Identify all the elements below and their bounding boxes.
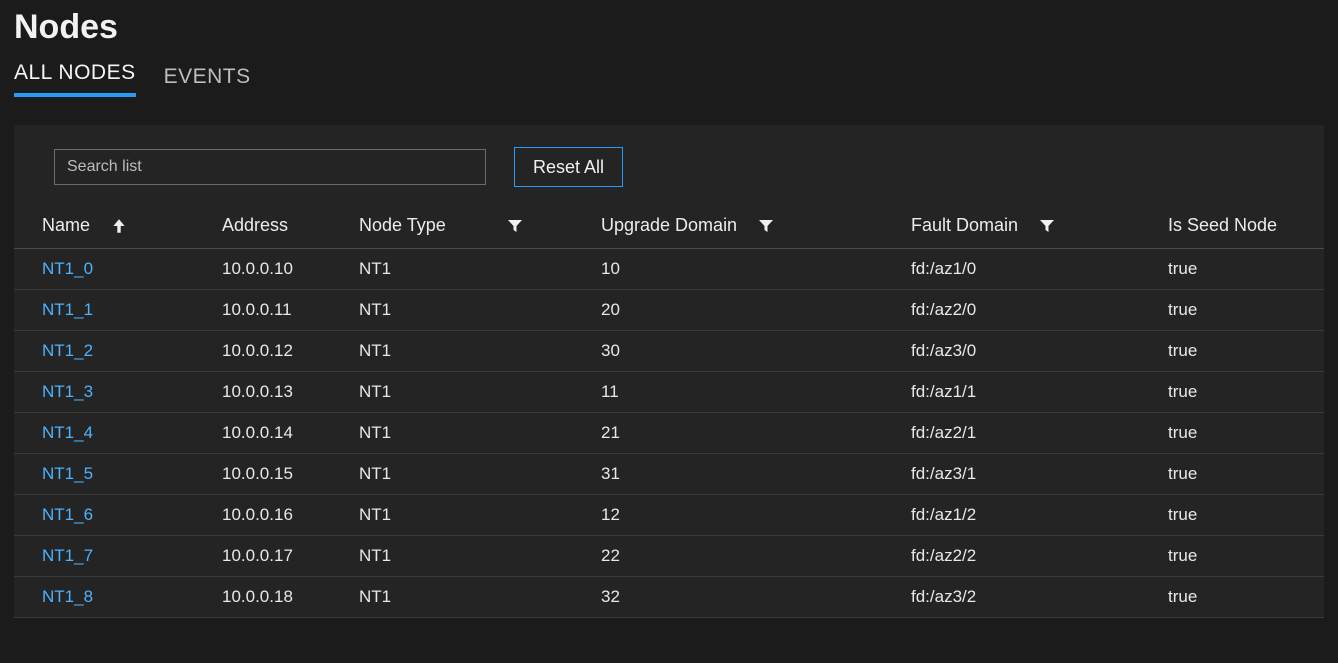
node-name-link[interactable]: NT1_4 xyxy=(14,413,214,454)
node-upgrade-domain: 32 xyxy=(593,577,903,618)
filter-icon[interactable] xyxy=(506,217,524,235)
nodes-table: Name Address Node Type xyxy=(14,205,1324,618)
node-upgrade-domain: 12 xyxy=(593,495,903,536)
col-header-name-label: Name xyxy=(42,215,90,236)
reset-all-button[interactable]: Reset All xyxy=(514,147,623,187)
col-header-fault-domain-label: Fault Domain xyxy=(911,215,1018,236)
toolbar: Reset All xyxy=(14,147,1324,205)
node-address: 10.0.0.15 xyxy=(214,454,351,495)
node-fault-domain: fd:/az1/2 xyxy=(903,495,1160,536)
node-is-seed: true xyxy=(1160,577,1324,618)
node-upgrade-domain: 20 xyxy=(593,290,903,331)
node-name-link[interactable]: NT1_3 xyxy=(14,372,214,413)
filter-icon[interactable] xyxy=(757,217,775,235)
table-row: NT1_710.0.0.17NT122fd:/az2/2true xyxy=(14,536,1324,577)
node-address: 10.0.0.13 xyxy=(214,372,351,413)
node-upgrade-domain: 31 xyxy=(593,454,903,495)
node-fault-domain: fd:/az3/1 xyxy=(903,454,1160,495)
node-fault-domain: fd:/az2/0 xyxy=(903,290,1160,331)
col-header-address-label: Address xyxy=(222,215,288,236)
node-is-seed: true xyxy=(1160,290,1324,331)
node-address: 10.0.0.10 xyxy=(214,249,351,290)
node-address: 10.0.0.12 xyxy=(214,331,351,372)
col-header-fault-domain[interactable]: Fault Domain xyxy=(903,205,1160,249)
search-input[interactable] xyxy=(54,149,486,185)
node-fault-domain: fd:/az2/1 xyxy=(903,413,1160,454)
node-type: NT1 xyxy=(351,454,593,495)
node-type: NT1 xyxy=(351,249,593,290)
node-address: 10.0.0.16 xyxy=(214,495,351,536)
node-is-seed: true xyxy=(1160,372,1324,413)
tab-all-nodes[interactable]: ALL NODES xyxy=(14,61,136,97)
node-fault-domain: fd:/az1/0 xyxy=(903,249,1160,290)
node-is-seed: true xyxy=(1160,331,1324,372)
filter-icon[interactable] xyxy=(1038,217,1056,235)
tabs-bar: ALL NODES EVENTS xyxy=(0,61,1338,97)
node-address: 10.0.0.17 xyxy=(214,536,351,577)
node-upgrade-domain: 21 xyxy=(593,413,903,454)
col-header-node-type-label: Node Type xyxy=(359,215,446,236)
node-name-link[interactable]: NT1_5 xyxy=(14,454,214,495)
node-name-link[interactable]: NT1_1 xyxy=(14,290,214,331)
node-type: NT1 xyxy=(351,331,593,372)
node-name-link[interactable]: NT1_2 xyxy=(14,331,214,372)
table-row: NT1_810.0.0.18NT132fd:/az3/2true xyxy=(14,577,1324,618)
node-name-link[interactable]: NT1_6 xyxy=(14,495,214,536)
table-row: NT1_210.0.0.12NT130fd:/az3/0true xyxy=(14,331,1324,372)
col-header-upgrade-domain-label: Upgrade Domain xyxy=(601,215,737,236)
node-fault-domain: fd:/az1/1 xyxy=(903,372,1160,413)
content-panel: Reset All Name Address xyxy=(14,125,1324,618)
node-is-seed: true xyxy=(1160,454,1324,495)
node-upgrade-domain: 11 xyxy=(593,372,903,413)
node-type: NT1 xyxy=(351,372,593,413)
node-name-link[interactable]: NT1_7 xyxy=(14,536,214,577)
node-upgrade-domain: 22 xyxy=(593,536,903,577)
node-type: NT1 xyxy=(351,577,593,618)
page-title: Nodes xyxy=(0,0,1338,61)
table-row: NT1_410.0.0.14NT121fd:/az2/1true xyxy=(14,413,1324,454)
node-fault-domain: fd:/az3/0 xyxy=(903,331,1160,372)
col-header-is-seed-label: Is Seed Node xyxy=(1168,215,1277,236)
col-header-is-seed[interactable]: Is Seed Node xyxy=(1160,205,1324,249)
node-name-link[interactable]: NT1_8 xyxy=(14,577,214,618)
table-row: NT1_610.0.0.16NT112fd:/az1/2true xyxy=(14,495,1324,536)
node-is-seed: true xyxy=(1160,413,1324,454)
node-is-seed: true xyxy=(1160,249,1324,290)
col-header-address[interactable]: Address xyxy=(214,205,351,249)
node-upgrade-domain: 30 xyxy=(593,331,903,372)
table-row: NT1_010.0.0.10NT110fd:/az1/0true xyxy=(14,249,1324,290)
node-address: 10.0.0.14 xyxy=(214,413,351,454)
table-row: NT1_310.0.0.13NT111fd:/az1/1true xyxy=(14,372,1324,413)
table-header-row: Name Address Node Type xyxy=(14,205,1324,249)
node-fault-domain: fd:/az3/2 xyxy=(903,577,1160,618)
arrow-up-icon[interactable] xyxy=(110,217,128,235)
node-address: 10.0.0.11 xyxy=(214,290,351,331)
node-upgrade-domain: 10 xyxy=(593,249,903,290)
node-address: 10.0.0.18 xyxy=(214,577,351,618)
node-is-seed: true xyxy=(1160,536,1324,577)
node-fault-domain: fd:/az2/2 xyxy=(903,536,1160,577)
node-type: NT1 xyxy=(351,290,593,331)
node-type: NT1 xyxy=(351,495,593,536)
node-name-link[interactable]: NT1_0 xyxy=(14,249,214,290)
table-row: NT1_510.0.0.15NT131fd:/az3/1true xyxy=(14,454,1324,495)
col-header-node-type[interactable]: Node Type xyxy=(351,205,593,249)
node-type: NT1 xyxy=(351,413,593,454)
col-header-upgrade-domain[interactable]: Upgrade Domain xyxy=(593,205,903,249)
table-row: NT1_110.0.0.11NT120fd:/az2/0true xyxy=(14,290,1324,331)
tab-events[interactable]: EVENTS xyxy=(164,65,251,97)
node-type: NT1 xyxy=(351,536,593,577)
col-header-name[interactable]: Name xyxy=(14,205,214,249)
node-is-seed: true xyxy=(1160,495,1324,536)
